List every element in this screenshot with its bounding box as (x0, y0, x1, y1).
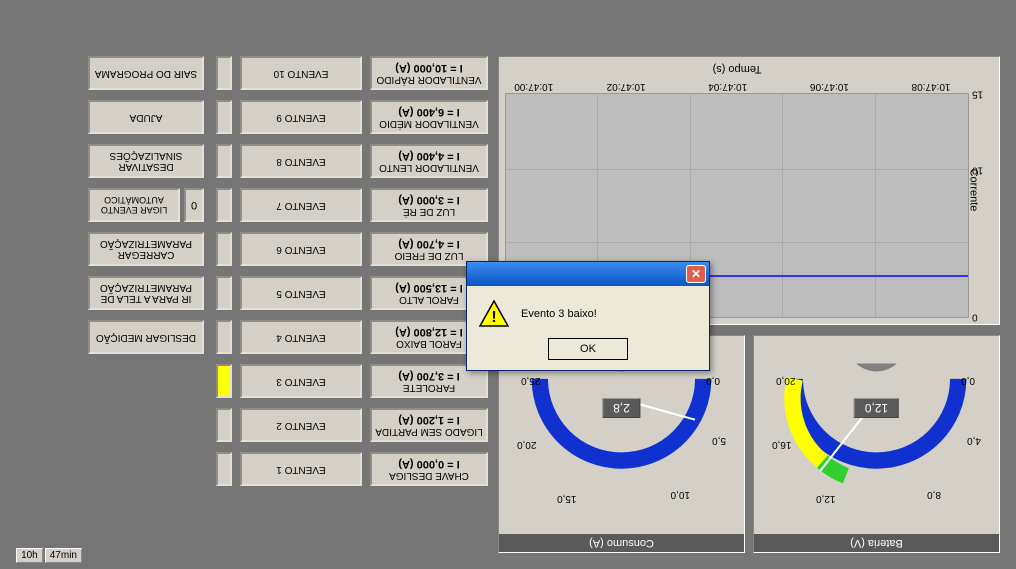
ir-parametrizacao-button[interactable]: IR PARA A TELA DE PARAMETRIZAÇÃO (88, 276, 204, 310)
evento-button-1[interactable]: EVENTO 1 (240, 452, 362, 486)
gauge-battery-svg (754, 336, 999, 534)
close-icon[interactable]: ✕ (686, 265, 706, 283)
param-readout: I = 0,000 (A) (398, 457, 459, 469)
param-label: LUZ DE FREIO (395, 250, 464, 261)
param-readout: I = 3,700 (A) (398, 369, 459, 381)
evento-indicator-7 (216, 188, 232, 222)
evento-indicator-4 (216, 320, 232, 354)
param-button-8[interactable]: VENTILADOR MÉDIOI = 6,400 (A) (370, 100, 488, 134)
dialog-message: Evento 3 baixo! (521, 308, 597, 320)
evento-button-8[interactable]: EVENTO 8 (240, 144, 362, 178)
evento-indicator-3 (216, 364, 232, 398)
evento-button-9[interactable]: EVENTO 9 (240, 100, 362, 134)
alert-dialog: ✕ ! Evento 3 baixo! OK (466, 261, 710, 371)
auto-count: 0 (184, 188, 204, 222)
param-button-7[interactable]: VENTILADOR LENTOI = 4,400 (A) (370, 144, 488, 178)
sair-button[interactable]: SAIR DO PROGRAMA (88, 56, 204, 90)
param-label: FAROL ALTO (399, 294, 459, 305)
desativar-sinalizacoes-button[interactable]: DESATIVAR SINALIZAÇÕES (88, 144, 204, 178)
param-label: VENTILADOR RÁPIDO (376, 74, 481, 85)
param-button-0[interactable]: CHAVE DESLIGAI = 0,000 (A) (370, 452, 488, 486)
evento-indicator-10 (216, 56, 232, 90)
param-label: FAROL BAIXO (396, 338, 462, 349)
param-readout: I = 4,700 (A) (398, 237, 459, 249)
param-button-1[interactable]: LIGADO SEM PARTIDAI = 1,200 (A) (370, 408, 488, 442)
ligar-evento-automatico-button[interactable]: LIGAR EVENTO AUTOMÁTICO (88, 188, 180, 222)
evento-indicator-9 (216, 100, 232, 134)
param-readout: I = 12,800 (A) (395, 325, 463, 337)
param-button-9[interactable]: VENTILADOR RÁPIDOI = 10,000 (A) (370, 56, 488, 90)
evento-indicator-2 (216, 408, 232, 442)
ajuda-button[interactable]: AJUDA (88, 100, 204, 134)
evento-button-3[interactable]: EVENTO 3 (240, 364, 362, 398)
gauge-battery-title: Bateria (V) (754, 534, 999, 552)
chart-xlabel: Tempo (s) (505, 63, 969, 79)
param-label: LUZ DE RÉ (403, 206, 455, 217)
param-label: VENTILADOR LENTO (379, 162, 479, 173)
param-label: FAROLETE (403, 382, 455, 393)
svg-text:!: ! (491, 309, 496, 326)
param-readout: I = 4,400 (A) (398, 149, 459, 161)
evento-indicator-5 (216, 276, 232, 310)
carregar-parametrizacao-button[interactable]: CARREGAR PARAMETRIZAÇÃO (88, 232, 204, 266)
evento-indicator-1 (216, 452, 232, 486)
gauge-consumption-value: 2,8 (602, 398, 641, 418)
evento-button-5[interactable]: EVENTO 5 (240, 276, 362, 310)
dialog-titlebar[interactable]: ✕ (467, 262, 709, 286)
gauge-battery-value: 12,0 (854, 398, 899, 418)
warning-icon: ! (479, 300, 509, 328)
evento-button-2[interactable]: EVENTO 2 (240, 408, 362, 442)
evento-button-6[interactable]: EVENTO 6 (240, 232, 362, 266)
desligar-medicao-button[interactable]: DESLIGAR MEDIÇÃO (88, 320, 204, 354)
param-readout: I = 1,200 (A) (398, 413, 459, 425)
param-label: VENTILADOR MÉDIO (379, 118, 478, 129)
param-button-6[interactable]: LUZ DE RÉI = 3,000 (A) (370, 188, 488, 222)
param-readout: I = 10,000 (A) (395, 61, 463, 73)
param-label: LIGADO SEM PARTIDA (375, 426, 482, 437)
evento-indicator-8 (216, 144, 232, 178)
chart-ylabel: Corrente (968, 169, 980, 212)
param-readout: I = 3,000 (A) (398, 193, 459, 205)
evento-button-10[interactable]: EVENTO 10 (240, 56, 362, 90)
param-label: CHAVE DESLIGA (389, 470, 469, 481)
gauge-consumption-title: Consumo (A) (499, 534, 744, 552)
ok-button[interactable]: OK (548, 338, 628, 360)
evento-button-7[interactable]: EVENTO 7 (240, 188, 362, 222)
evento-indicator-6 (216, 232, 232, 266)
param-readout: I = 13,500 (A) (395, 281, 463, 293)
evento-button-4[interactable]: EVENTO 4 (240, 320, 362, 354)
gauge-battery: Bateria (V) 12,0 0,0 4,0 8,0 12,0 16,0 (753, 335, 1000, 553)
param-readout: I = 6,400 (A) (398, 105, 459, 117)
